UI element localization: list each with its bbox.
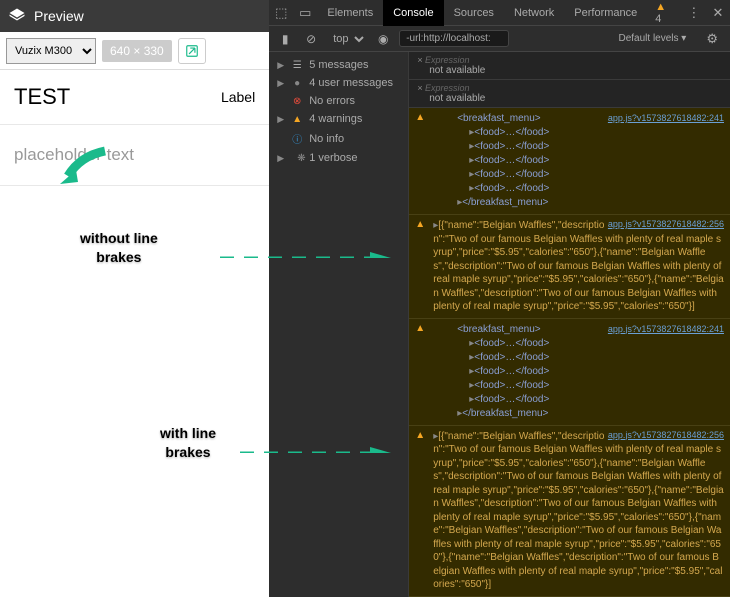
- arrow-dashed-icon: [220, 250, 400, 258]
- log-area: Expressionnot availableExpressionnot ava…: [409, 52, 730, 597]
- log-entry[interactable]: ▲<breakfast_menu>app.js?v1573827618482:2…: [409, 319, 730, 426]
- gear-icon[interactable]: ⚙: [700, 31, 724, 47]
- preview-area: TEST Label placeholder text without line…: [0, 70, 269, 597]
- label-text: Label: [221, 89, 255, 105]
- tab-performance[interactable]: Performance: [564, 0, 647, 26]
- source-link[interactable]: app.js?v1573827618482:256: [608, 219, 724, 229]
- expression-block: Expressionnot available: [409, 52, 730, 80]
- expression-block: Expressionnot available: [409, 80, 730, 108]
- annotation-with: with line brakes: [160, 425, 216, 463]
- source-link[interactable]: app.js?v1573827618482:256: [608, 430, 724, 440]
- tab-warning-count[interactable]: ▲ 4: [647, 1, 682, 25]
- tab-network[interactable]: Network: [504, 0, 564, 26]
- device-select[interactable]: Vuzix M300: [6, 38, 96, 64]
- tab-elements[interactable]: Elements: [317, 0, 383, 26]
- inspect-icon[interactable]: ⬚: [269, 0, 293, 26]
- msg-filter-item[interactable]: ▶☰5 messages: [269, 56, 408, 74]
- layers-icon: [8, 7, 26, 25]
- source-link[interactable]: app.js?v1573827618482:241: [608, 323, 724, 336]
- msg-filter-item[interactable]: ⊗No errors: [269, 92, 408, 110]
- arrow-dashed-icon: [240, 445, 400, 453]
- msg-filter-item[interactable]: ▶●4 user messages: [269, 74, 408, 92]
- test-text: TEST: [14, 84, 70, 110]
- console-toolbar: ▮ ⊘ top ◉ Default levels ▾ ⚙: [269, 26, 730, 52]
- devtools-tabs: ⬚ ▭ Elements Console Sources Network Per…: [269, 0, 730, 26]
- clear-icon[interactable]: ⊘: [301, 29, 321, 49]
- sidebar-toggle-icon[interactable]: ▮: [275, 29, 295, 49]
- more-icon[interactable]: ⋮: [682, 0, 706, 26]
- log-entry[interactable]: ▲app.js?v1573827618482:256▸[{"name":"Bel…: [409, 215, 730, 319]
- msg-filter-item[interactable]: ▶❋1 verbose: [269, 149, 408, 167]
- preview-toolbar: Vuzix M300 640 × 330: [0, 32, 269, 70]
- levels-select[interactable]: Default levels ▾: [619, 33, 687, 44]
- log-entry[interactable]: ▲app.js?v1573827618482:256▸[{"name":"Bel…: [409, 426, 730, 597]
- preview-title: Preview: [34, 8, 84, 24]
- source-link[interactable]: app.js?v1573827618482:241: [608, 112, 724, 125]
- filter-input[interactable]: [399, 30, 509, 47]
- preview-header: Preview: [0, 0, 269, 32]
- device-toggle-icon[interactable]: ▭: [293, 0, 317, 26]
- tab-console[interactable]: Console: [383, 0, 443, 26]
- tab-sources[interactable]: Sources: [444, 0, 504, 26]
- preview-panel: Preview Vuzix M300 640 × 330 TEST Label …: [0, 0, 269, 597]
- devtools-panel: ⬚ ▭ Elements Console Sources Network Per…: [269, 0, 730, 597]
- msg-filter-item[interactable]: ⓘNo info: [269, 128, 408, 149]
- dimensions-badge: 640 × 330: [102, 40, 172, 62]
- close-icon[interactable]: ✕: [706, 0, 730, 26]
- log-entry[interactable]: ▲<breakfast_menu>app.js?v1573827618482:2…: [409, 108, 730, 215]
- arrow-curved-icon: [60, 146, 110, 186]
- annotation-without: without line brakes: [80, 230, 158, 268]
- eye-icon[interactable]: ◉: [373, 29, 393, 49]
- popout-button[interactable]: [178, 38, 206, 64]
- context-select[interactable]: top: [327, 30, 367, 48]
- message-sidebar: ▶☰5 messages▶●4 user messages⊗No errors▶…: [269, 52, 409, 597]
- msg-filter-item[interactable]: ▶▲4 warnings: [269, 110, 408, 128]
